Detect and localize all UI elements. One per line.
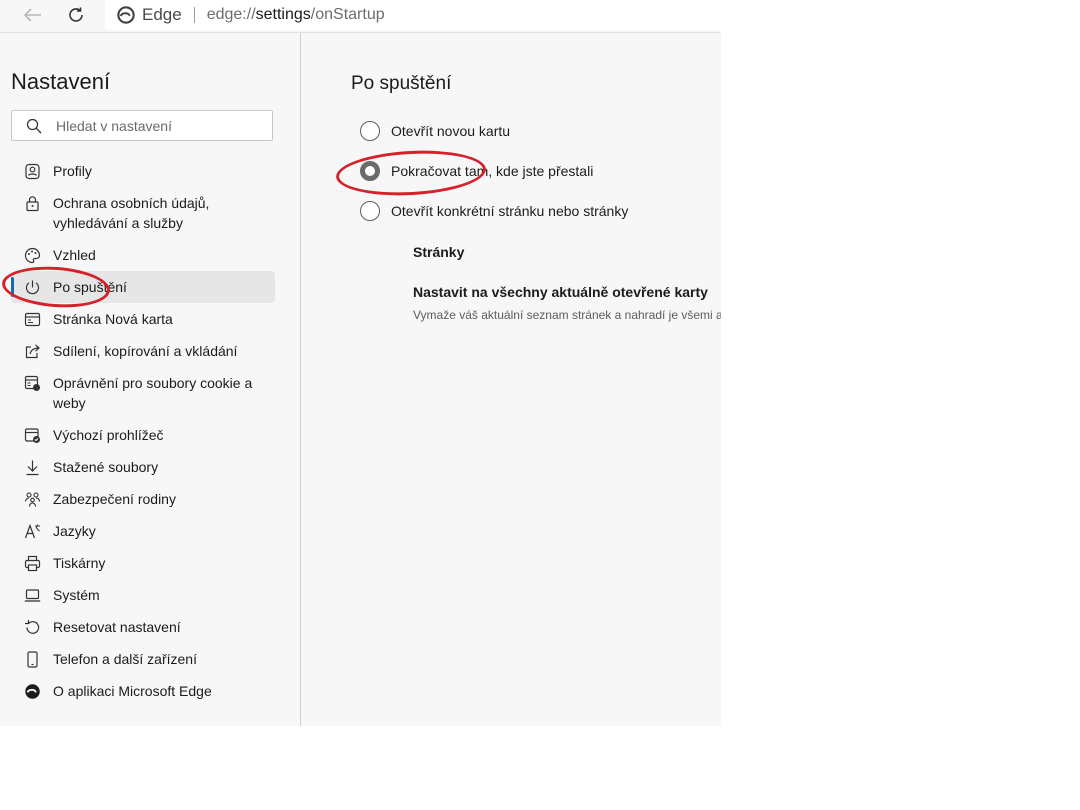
edge-logo-icon xyxy=(25,684,40,699)
sidebar-item-appearance[interactable]: Vzhled xyxy=(11,239,275,271)
search-input[interactable] xyxy=(54,116,258,135)
sidebar-item-label: Oprávnění pro soubory cookie a weby xyxy=(53,375,253,411)
share-icon xyxy=(25,344,40,359)
radio-option-continue[interactable]: Pokračovat tam, kde jste přestali xyxy=(360,161,593,181)
palette-icon xyxy=(24,247,41,264)
edge-logo-icon xyxy=(117,6,135,24)
radio-label: Otevřít novou kartu xyxy=(391,123,511,139)
sidebar-item-cookies-permissions[interactable]: Oprávnění pro soubory cookie a weby xyxy=(11,367,275,419)
phone-icon xyxy=(27,651,38,668)
language-icon xyxy=(24,523,40,539)
sidebar-item-label: Profily xyxy=(53,163,92,179)
refresh-icon xyxy=(69,7,83,22)
sidebar-item-label: Po spuštění xyxy=(53,279,127,295)
reload-button[interactable] xyxy=(62,2,90,28)
browser-name: Edge xyxy=(142,5,182,24)
page-title: Po spuštění xyxy=(351,73,452,94)
sidebar-title: Nastavení xyxy=(11,69,111,94)
sidebar-item-label: Zabezpečení rodiny xyxy=(53,491,176,507)
profile-icon xyxy=(25,163,40,180)
sidebar-item-label: Jazyky xyxy=(53,523,96,539)
sidebar-item-label: Tiskárny xyxy=(53,555,106,571)
url-text[interactable]: edge://settings/onStartup xyxy=(207,6,385,24)
search-icon xyxy=(26,118,42,133)
sidebar-item-about-edge[interactable]: O aplikaci Microsoft Edge xyxy=(11,675,275,707)
url-path: /onStartup xyxy=(310,6,385,23)
sidebar-item-phone-devices[interactable]: Telefon a další zařízení xyxy=(11,643,275,675)
sidebar-item-downloads[interactable]: Stažené soubory xyxy=(11,451,275,483)
url-host: settings xyxy=(255,6,311,23)
sidebar-item-privacy[interactable]: Ochrana osobních údajů, vyhledávání a sl… xyxy=(11,187,275,239)
sidebar-item-languages[interactable]: Jazyky xyxy=(11,515,275,547)
lock-icon xyxy=(26,196,39,212)
settings-menu: Profily Ochrana osobních údajů, vyhledáv… xyxy=(11,155,275,707)
power-icon xyxy=(25,280,40,295)
sidebar-item-label: Ochrana osobních údajů, vyhledávání a sl… xyxy=(53,195,210,231)
radio-button[interactable] xyxy=(360,201,380,221)
radio-button[interactable] xyxy=(360,121,380,141)
sidebar-item-label: Stažené soubory xyxy=(53,459,159,475)
sidebar-item-label: Systém xyxy=(53,587,100,603)
sidebar-item-label: Telefon a další zařízení xyxy=(53,651,197,667)
back-button[interactable] xyxy=(19,2,47,28)
sidebar-item-printers[interactable]: Tiskárny xyxy=(11,547,275,579)
sidebar-item-label: Sdílení, kopírování a vkládání xyxy=(53,343,238,359)
address-separator xyxy=(193,7,195,23)
radio-option-specific-pages[interactable]: Otevřít konkrétní stránku nebo stránky xyxy=(360,201,628,221)
laptop-icon xyxy=(24,589,41,602)
radio-option-new-tab[interactable]: Otevřít novou kartu xyxy=(360,121,510,141)
sidebar-item-label: Výchozí prohlížeč xyxy=(53,427,164,443)
address-bar[interactable]: Edge edge://settings/onStartup xyxy=(105,0,721,30)
sidebar-item-on-startup[interactable]: Po spuštění xyxy=(11,271,275,303)
search-box[interactable] xyxy=(11,110,273,141)
arrow-left-icon xyxy=(24,8,41,22)
printer-icon xyxy=(24,555,41,572)
radio-button-checked[interactable] xyxy=(360,161,380,181)
sidebar-item-label: Stránka Nová karta xyxy=(53,311,173,327)
sidebar-item-share-copy-paste[interactable]: Sdílení, kopírování a vkládání xyxy=(11,335,275,367)
new-tab-icon xyxy=(24,312,41,327)
radio-label: Pokračovat tam, kde jste přestali xyxy=(391,163,594,179)
sidebar-item-reset-settings[interactable]: Resetovat nastavení xyxy=(11,611,275,643)
url-scheme: edge:// xyxy=(206,6,256,23)
sidebar-item-label: Resetovat nastavení xyxy=(53,619,181,635)
sidebar-item-system[interactable]: Systém xyxy=(11,579,275,611)
reset-icon xyxy=(25,620,40,634)
sidebar-item-profiles[interactable]: Profily xyxy=(11,155,275,187)
set-all-open-tabs-button[interactable]: Nastavit na všechny aktuálně otevřené ka… xyxy=(413,284,708,300)
download-icon xyxy=(26,460,39,476)
cookie-permissions-icon xyxy=(24,375,40,391)
sidebar-item-family-safety[interactable]: Zabezpečení rodiny xyxy=(11,483,275,515)
sidebar-item-label: O aplikaci Microsoft Edge xyxy=(53,683,212,699)
pages-heading: Stránky xyxy=(413,244,465,260)
settings-sidebar: Nastavení Profily Ochrana osobních údajů… xyxy=(0,33,301,726)
sidebar-item-label: Vzhled xyxy=(53,247,96,263)
family-icon xyxy=(24,492,41,507)
sidebar-item-new-tab-page[interactable]: Stránka Nová karta xyxy=(11,303,275,335)
sidebar-item-default-browser[interactable]: Výchozí prohlížeč xyxy=(11,419,275,451)
set-all-open-tabs-description: Vymaže váš aktuální seznam stránek a nah… xyxy=(413,308,721,322)
settings-content: Po spuštění Otevřít novou kartu Pokračov… xyxy=(301,33,721,726)
radio-label: Otevřít konkrétní stránku nebo stránky xyxy=(391,203,629,219)
browser-toolbar: Edge edge://settings/onStartup xyxy=(0,0,721,33)
default-browser-icon xyxy=(24,428,40,443)
